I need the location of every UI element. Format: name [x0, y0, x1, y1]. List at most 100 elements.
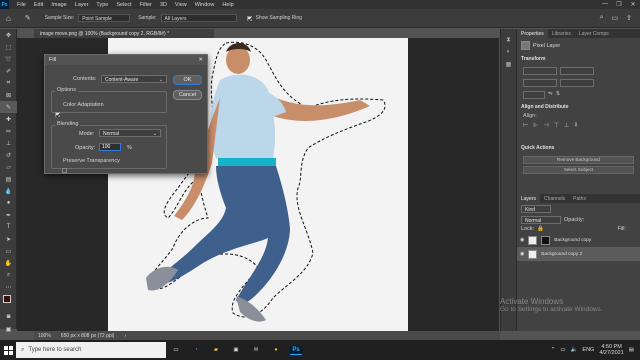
height-field[interactable]	[523, 79, 557, 87]
chevron-up-icon[interactable]: ⌃	[551, 347, 556, 353]
flip-vertical-icon[interactable]: ⇅	[556, 91, 561, 99]
transform-header[interactable]: Transform	[517, 53, 640, 65]
pen-tool-icon[interactable]: ✒	[0, 209, 17, 221]
color-adaptation-checkbox[interactable]	[55, 112, 60, 117]
close-icon[interactable]: ✕	[198, 57, 203, 63]
y-field[interactable]	[560, 79, 594, 87]
layer-row[interactable]: ◉ Background copy 2	[517, 247, 640, 261]
align-bottom-icon[interactable]: ⫫	[574, 122, 577, 129]
width-field[interactable]	[523, 67, 557, 75]
close-button[interactable]: ✕	[626, 1, 640, 8]
preserve-transparency-checkbox[interactable]	[61, 168, 67, 173]
menu-edit[interactable]: Edit	[30, 2, 47, 8]
more-tools-icon[interactable]: ⋯	[0, 281, 17, 293]
contents-select[interactable]: Content-Aware ⌄	[101, 75, 167, 83]
notifications-icon[interactable]: ▤	[629, 347, 634, 353]
marquee-tool-icon[interactable]: ⬚	[0, 41, 17, 53]
mail-icon[interactable]: ✉	[246, 342, 266, 358]
maximize-button[interactable]: ❐	[612, 1, 626, 8]
menu-image[interactable]: Image	[47, 2, 70, 8]
search-icon[interactable]: ⌕	[600, 14, 604, 22]
task-view-icon[interactable]: ▭	[166, 342, 186, 358]
mode-select[interactable]: Normal ⌄	[99, 129, 161, 137]
eraser-tool-icon[interactable]: ▱	[0, 161, 17, 173]
crop-tool-icon[interactable]: ⌗	[0, 77, 17, 89]
menu-type[interactable]: Type	[92, 2, 112, 8]
taskbar-search[interactable]: ⌕ Type here to search	[16, 342, 166, 358]
lasso-tool-icon[interactable]: ➰	[0, 53, 17, 65]
file-explorer-icon[interactable]: ▰	[206, 342, 226, 358]
opacity-input[interactable]: 100	[99, 143, 121, 151]
visibility-eye-icon[interactable]: ◉	[520, 252, 524, 257]
store-icon[interactable]: ▣	[226, 342, 246, 358]
move-tool-icon[interactable]: ✥	[0, 29, 17, 41]
history-panel-icon[interactable]: ⧗	[501, 37, 516, 49]
tab-layer-comps[interactable]: Layer Comps	[575, 29, 613, 38]
language-indicator[interactable]: ENG	[582, 347, 594, 353]
eyedropper-tool-icon[interactable]: ✎	[0, 101, 17, 113]
history-brush-tool-icon[interactable]: ↺	[0, 149, 17, 161]
menu-view[interactable]: View	[171, 2, 191, 8]
menu-select[interactable]: Select	[112, 2, 135, 8]
volume-icon[interactable]: 🔈	[571, 347, 578, 353]
menu-help[interactable]: Help	[218, 2, 237, 8]
quick-select-tool-icon[interactable]: ✐	[0, 65, 17, 77]
zoom-level[interactable]: 100%	[38, 333, 51, 339]
align-left-icon[interactable]: ⊢	[523, 122, 528, 129]
tab-layers[interactable]: Layers	[517, 194, 541, 203]
home-icon[interactable]: ⌂	[6, 14, 11, 23]
network-icon[interactable]: ▭	[560, 347, 565, 353]
chevron-right-icon[interactable]: ›	[124, 333, 126, 339]
select-subject-button[interactable]: Select Subject	[523, 166, 634, 174]
foreground-color-swatch[interactable]	[3, 295, 11, 303]
workspace-icon[interactable]: ▭	[612, 14, 619, 22]
layer-blend-mode-select[interactable]: Normal	[521, 216, 561, 224]
adjustments-panel-icon[interactable]: ◐	[501, 49, 516, 61]
align-right-icon[interactable]: ⊣	[543, 122, 548, 129]
type-tool-icon[interactable]: T	[0, 221, 17, 233]
cancel-button[interactable]: Cancel	[173, 90, 202, 100]
flip-horizontal-icon[interactable]: ⇋	[548, 91, 553, 99]
tab-paths[interactable]: Paths	[569, 194, 590, 203]
quick-mask-icon[interactable]: ◙	[0, 311, 17, 323]
align-middle-icon[interactable]: ⊥	[564, 122, 569, 129]
swatches-panel-icon[interactable]: ▦	[501, 61, 516, 73]
minimize-button[interactable]: —	[598, 1, 612, 8]
sample-size-select[interactable]: Point Sample	[78, 14, 131, 22]
menu-filter[interactable]: Filter	[136, 2, 156, 8]
align-center-icon[interactable]: ⊩	[533, 122, 538, 129]
layer-kind-filter[interactable]: Kind	[521, 205, 551, 213]
align-header[interactable]: Align and Distribute	[517, 101, 640, 113]
clone-stamp-tool-icon[interactable]: ⊥	[0, 137, 17, 149]
clock[interactable]: 4:50 PM 4/27/2021	[599, 344, 623, 356]
menu-file[interactable]: File	[13, 2, 30, 8]
menu-window[interactable]: Window	[191, 2, 219, 8]
show-sampling-ring-checkbox[interactable]	[246, 15, 252, 21]
tab-libraries[interactable]: Libraries	[548, 29, 575, 38]
menu-layer[interactable]: Layer	[71, 2, 93, 8]
x-field[interactable]	[560, 67, 594, 75]
photoshop-taskbar-icon[interactable]: Ps	[286, 342, 306, 358]
healing-brush-tool-icon[interactable]: ✚	[0, 113, 17, 125]
tab-channels[interactable]: Channels	[540, 194, 569, 203]
lock-icon[interactable]: 🔒	[537, 226, 544, 232]
visibility-eye-icon[interactable]: ◉	[520, 238, 524, 243]
remove-background-button[interactable]: Remove Background	[523, 156, 634, 164]
dodge-tool-icon[interactable]: ●	[0, 197, 17, 209]
quick-actions-header[interactable]: Quick Actions	[517, 142, 640, 154]
shape-tool-icon[interactable]: ▭	[0, 245, 17, 257]
eyedropper-preset-icon[interactable]: ✎	[25, 14, 31, 22]
sample-select[interactable]: All Layers	[160, 14, 237, 22]
ok-button[interactable]: OK	[173, 75, 202, 85]
hand-tool-icon[interactable]: ✋	[0, 257, 17, 269]
frame-tool-icon[interactable]: ⊠	[0, 89, 17, 101]
gradient-tool-icon[interactable]: ▤	[0, 173, 17, 185]
share-icon[interactable]: ⇪	[626, 14, 632, 22]
layer-row[interactable]: ◉ Background copy	[517, 233, 640, 247]
angle-field[interactable]	[523, 91, 545, 99]
chrome-icon[interactable]: ●	[266, 342, 286, 358]
tab-properties[interactable]: Properties	[517, 29, 548, 38]
zoom-tool-icon[interactable]: ⌕	[0, 269, 17, 281]
path-select-tool-icon[interactable]: ➤	[0, 233, 17, 245]
edge-icon[interactable]: ◔	[186, 342, 206, 358]
